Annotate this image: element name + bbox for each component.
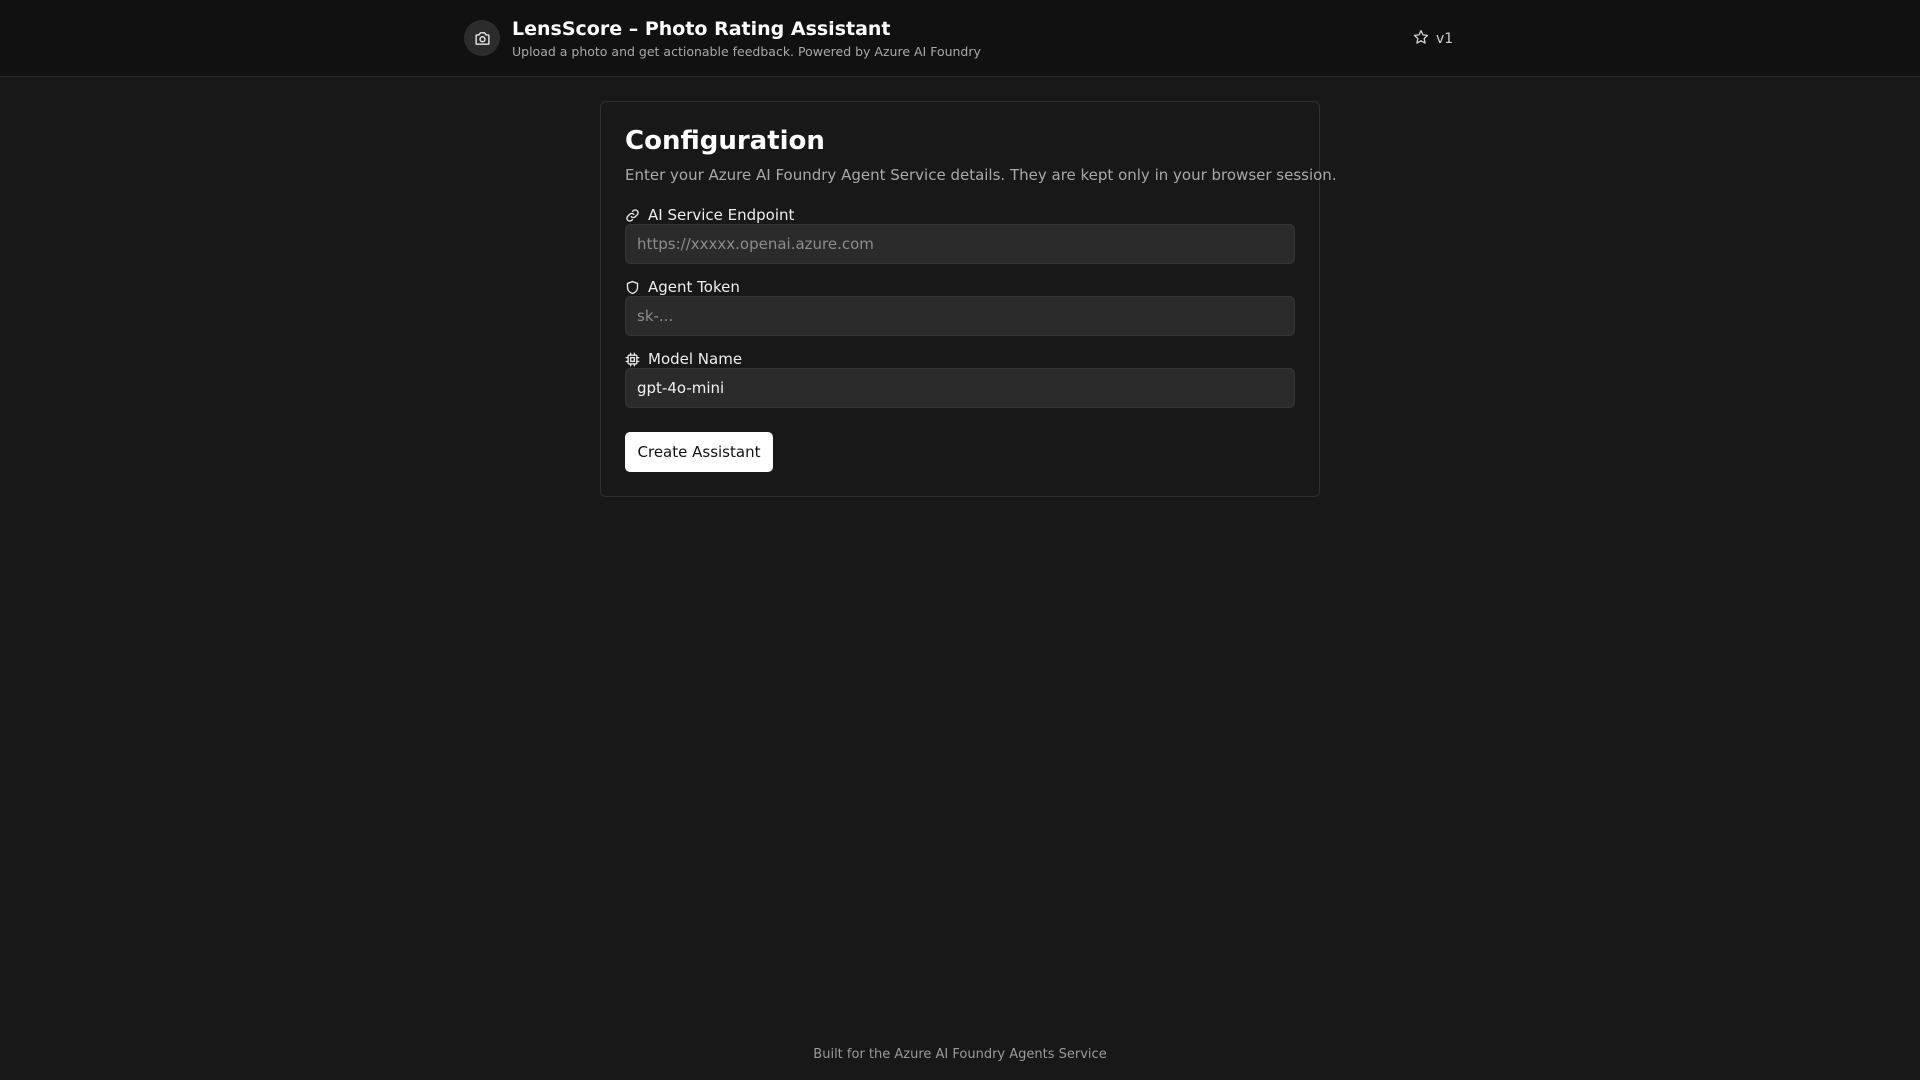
model-name-input[interactable]	[625, 368, 1295, 408]
configuration-card: Configuration Enter your Azure AI Foundr…	[600, 101, 1337, 497]
endpoint-label: AI Service Endpoint	[625, 206, 794, 224]
model-name-label: Model Name	[625, 350, 742, 368]
endpoint-label-text: AI Service Endpoint	[648, 206, 795, 224]
create-assistant-button[interactable]: Create Assistant	[625, 432, 773, 472]
app-subtitle: Upload a photo and get actionable feedba…	[512, 44, 981, 59]
endpoint-input[interactable]	[625, 224, 1295, 264]
app-title: LensScore – Photo Rating Assistant	[512, 18, 891, 40]
version-label: v1	[1436, 31, 1454, 47]
shield-icon	[625, 280, 640, 295]
app-header: LensScore – Photo Rating Assistant Uploa…	[0, 0, 1920, 77]
camera-icon	[464, 20, 500, 56]
version-badge: v1	[1413, 29, 1453, 49]
star-icon	[1413, 29, 1429, 49]
configuration-description: Enter your Azure AI Foundry Agent Servic…	[625, 166, 1337, 184]
agent-token-label-text: Agent Token	[648, 278, 740, 296]
agent-token-input[interactable]	[625, 296, 1295, 336]
configuration-title: Configuration	[625, 126, 825, 156]
agent-token-label: Agent Token	[625, 278, 740, 296]
model-name-label-text: Model Name	[648, 350, 743, 368]
cpu-icon	[625, 352, 640, 367]
link-icon	[625, 208, 640, 223]
footer-text: Built for the Azure AI Foundry Agents Se…	[813, 1047, 1107, 1062]
